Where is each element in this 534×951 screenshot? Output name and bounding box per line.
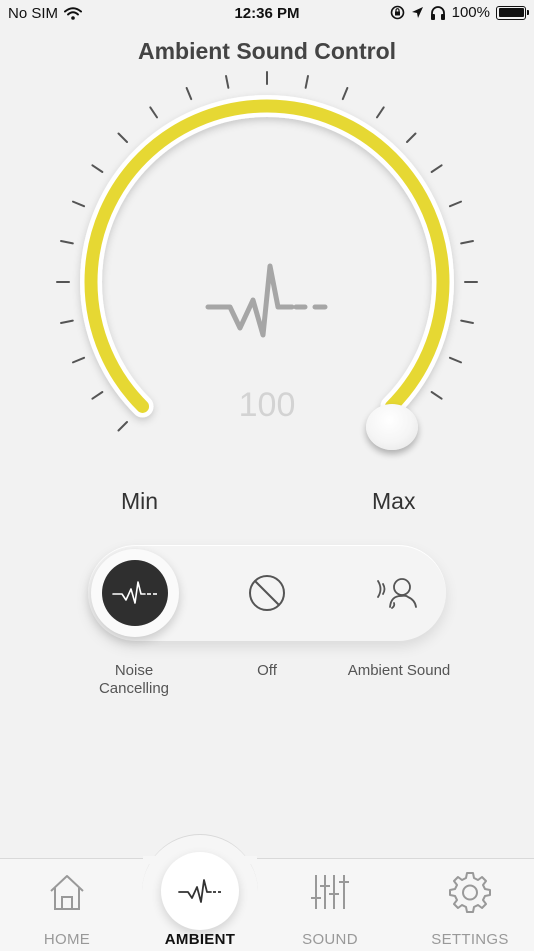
- dial-tick: [430, 164, 443, 173]
- tab-settings[interactable]: SETTINGS: [415, 858, 525, 950]
- dial-min-label: Min: [121, 488, 159, 514]
- dial-tick: [71, 356, 86, 364]
- off-button[interactable]: [222, 548, 312, 638]
- ambient-sound-button[interactable]: [354, 548, 444, 638]
- tab-settings-icon-wrap: [415, 870, 525, 914]
- tab-home[interactable]: HOME: [12, 858, 122, 950]
- dial-tick: [149, 106, 158, 119]
- dial-tick: [91, 164, 104, 173]
- noise-cancelling-label-line1: Noise: [114, 662, 154, 679]
- dial-level-arc: [84, 99, 450, 413]
- dial-tick: [117, 132, 128, 143]
- tab-ambient-label: AMBIENT: [164, 931, 236, 948]
- tab-home-icon-wrap: [12, 870, 122, 914]
- noise-cancelling-core: [102, 560, 168, 626]
- dial-tick: [448, 200, 463, 208]
- dial-knob[interactable]: [366, 404, 418, 450]
- off-label: Off: [257, 662, 277, 679]
- off-icon: [249, 575, 285, 611]
- dial-tick: [406, 132, 417, 143]
- ambient-level-dial[interactable]: [0, 0, 534, 520]
- home-icon: [50, 875, 84, 910]
- noise-cancelling-label-line2: Cancelling: [98, 680, 170, 697]
- ambient-level-value: 100: [238, 386, 296, 424]
- tab-sound-icon-wrap: [275, 870, 385, 914]
- tab-ambient[interactable]: AMBIENT: [145, 858, 255, 950]
- dial-tick: [60, 319, 74, 324]
- noise-cancelling-ring: [91, 549, 179, 637]
- dial-tick: [460, 319, 474, 324]
- gear-icon: [449, 872, 491, 913]
- dial-tick: [376, 106, 385, 119]
- waveform-icon: [205, 263, 328, 338]
- dial-tick: [448, 356, 463, 364]
- tab-home-label: HOME: [43, 931, 91, 948]
- tab-sound-label: SOUND: [302, 931, 358, 948]
- dial-tick: [304, 75, 309, 89]
- dial-tick: [460, 240, 474, 245]
- noise-cancelling-label: Noise Cancelling: [84, 662, 184, 698]
- noise-cancelling-button[interactable]: [90, 548, 180, 638]
- dial-tick: [185, 86, 193, 101]
- waveform-icon: [112, 581, 157, 604]
- dial-max-label: Max: [372, 488, 416, 514]
- ambient-listening-icon: [377, 578, 417, 609]
- ambient-sound-label: Ambient Sound: [347, 662, 451, 679]
- equalizer-icon: [311, 875, 349, 909]
- dial-tick: [71, 200, 86, 208]
- dial-tick: [225, 75, 230, 89]
- tab-settings-label: SETTINGS: [431, 931, 509, 948]
- dial-tick: [60, 240, 74, 245]
- dial-tick: [341, 86, 349, 101]
- tab-sound[interactable]: SOUND: [275, 858, 385, 950]
